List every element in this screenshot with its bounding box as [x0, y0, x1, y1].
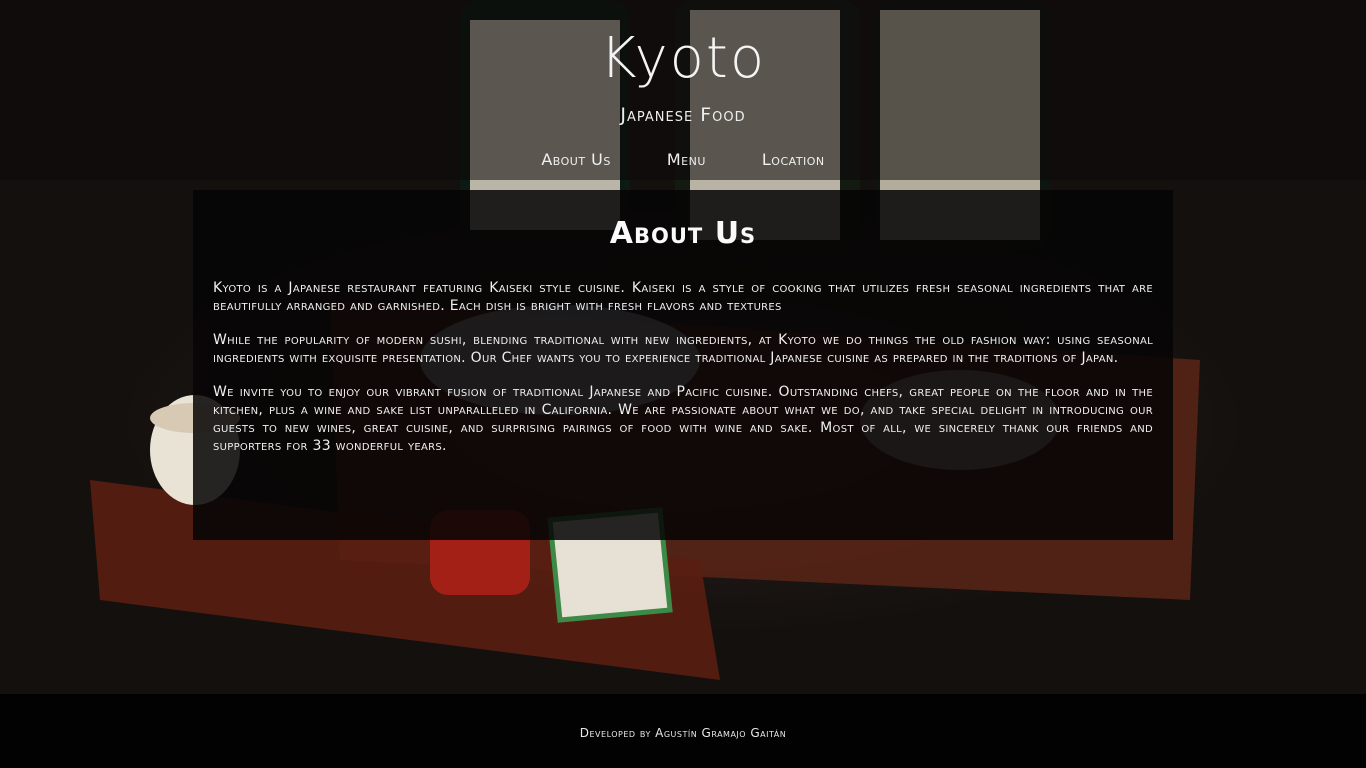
- nav-link-about-us[interactable]: About Us: [541, 150, 611, 169]
- section-title: About Us: [609, 216, 757, 251]
- about-paragraph-1: Kyoto is a Japanese restaurant featuring…: [213, 280, 1153, 314]
- developer-credit: Developed by Agustín Gramajo Gaitán: [579, 726, 787, 740]
- about-us-panel: About Us Kyoto is a Japanese restaurant …: [193, 190, 1173, 540]
- nav-link-location[interactable]: Location: [762, 150, 825, 169]
- site-footer: Developed by Agustín Gramajo Gaitán: [0, 694, 1366, 768]
- brand-tagline: Japanese Food: [620, 104, 746, 126]
- about-paragraph-3: We invite you to enjoy our vibrant fusio…: [213, 384, 1153, 454]
- main-nav: About Us Menu Location: [0, 150, 1366, 169]
- site-header: Kyoto Japanese Food About Us Menu Locati…: [0, 0, 1366, 180]
- brand-title[interactable]: Kyoto: [0, 26, 1366, 91]
- about-paragraph-2: While the popularity of modern sushi, bl…: [213, 332, 1153, 366]
- nav-link-menu[interactable]: Menu: [667, 150, 706, 169]
